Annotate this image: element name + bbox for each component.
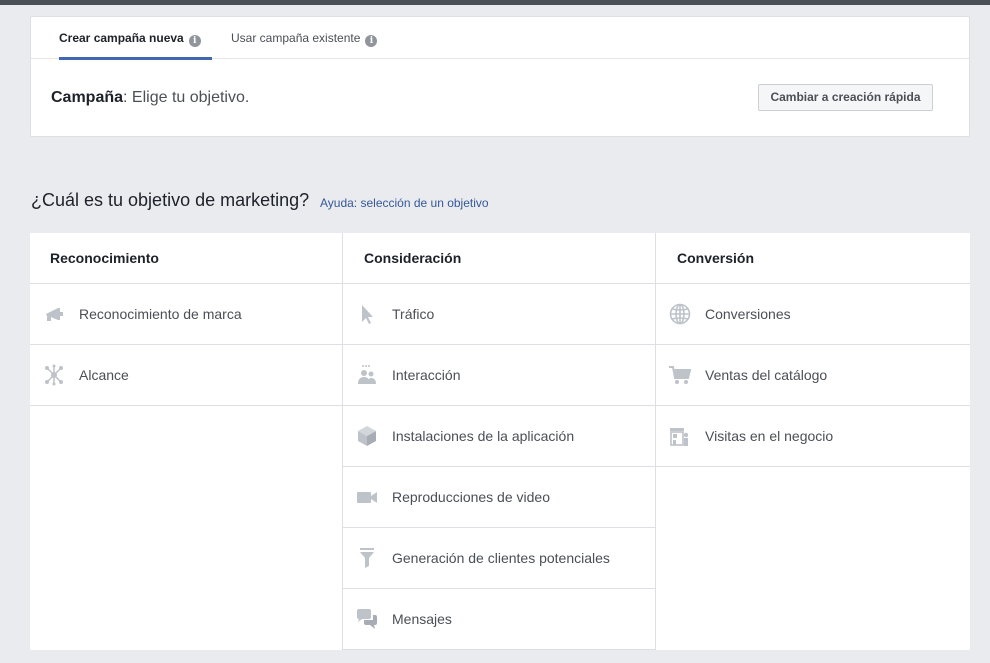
objective-store-visits[interactable]: Visitas en el negocio	[656, 406, 970, 467]
objective-reach[interactable]: Alcance	[30, 345, 342, 406]
objectives-grid: Reconocimiento Reconocimiento de marca A…	[30, 233, 970, 650]
column-awareness: Reconocimiento Reconocimiento de marca A…	[30, 233, 343, 650]
objective-label: Reproducciones de video	[392, 489, 550, 505]
tab-bar: Crear campaña nueva i Usar campaña existe…	[31, 17, 969, 60]
reach-icon	[43, 364, 65, 386]
objective-lead-generation[interactable]: Generación de clientes potenciales	[343, 528, 655, 589]
objective-label: Ventas del catálogo	[705, 367, 828, 383]
objective-catalog-sales[interactable]: Ventas del catálogo	[656, 345, 970, 406]
help-objective-link[interactable]: Ayuda: selección de un objetivo	[320, 196, 489, 210]
campaign-label: Campaña	[51, 89, 124, 106]
column-consideration: Consideración Tráfico Interacción Instal…	[343, 233, 656, 650]
campaign-objective-line: Campaña: Elige tu objetivo.	[51, 89, 249, 107]
cursor-icon	[356, 303, 378, 325]
objective-engagement[interactable]: Interacción	[343, 345, 655, 406]
objective-video-views[interactable]: Reproducciones de video	[343, 467, 655, 528]
objective-messages[interactable]: Mensajes	[343, 589, 655, 650]
objective-label: Reconocimiento de marca	[79, 306, 242, 322]
switch-quick-creation-button[interactable]: Cambiar a creación rápida	[758, 84, 933, 111]
marketing-objective-heading: ¿Cuál es tu objetivo de marketing?	[31, 190, 310, 210]
megaphone-icon	[43, 303, 65, 325]
column-conversion: Conversión Conversiones Ventas del catál…	[656, 233, 970, 650]
objective-conversions[interactable]: Conversiones	[656, 284, 970, 345]
campaign-card: Crear campaña nueva i Usar campaña existe…	[30, 16, 970, 137]
chat-bubbles-icon	[356, 608, 378, 630]
objective-label: Tráfico	[392, 306, 435, 322]
info-icon[interactable]: i	[188, 35, 201, 47]
objective-app-installs[interactable]: Instalaciones de la aplicación	[343, 406, 655, 467]
campaign-text: : Elige tu objetivo.	[123, 89, 250, 106]
video-camera-icon	[356, 486, 378, 508]
objective-brand-awareness[interactable]: Reconocimiento de marca	[30, 284, 342, 345]
box-icon	[356, 425, 378, 447]
objective-label: Conversiones	[705, 306, 791, 322]
objective-label: Instalaciones de la aplicación	[392, 428, 575, 444]
globe-icon	[669, 303, 691, 325]
objective-label: Mensajes	[392, 611, 452, 627]
people-icon	[356, 364, 378, 386]
objective-traffic[interactable]: Tráfico	[343, 284, 655, 345]
objective-label: Alcance	[79, 367, 129, 383]
tab-create-new-campaign[interactable]: Crear campaña nueva i	[59, 17, 212, 60]
cart-icon	[669, 364, 691, 386]
tab-label: Usar campaña existente	[231, 31, 361, 45]
objective-label: Generación de clientes potenciales	[392, 550, 610, 566]
top-bar	[0, 0, 990, 5]
tab-use-existing-campaign[interactable]: Usar campaña existente i	[231, 17, 378, 58]
info-icon[interactable]: i	[365, 35, 378, 47]
column-title: Reconocimiento	[30, 233, 342, 284]
objective-label: Interacción	[392, 367, 461, 383]
tab-label: Crear campaña nueva	[59, 31, 184, 45]
column-title: Consideración	[343, 233, 655, 284]
funnel-icon	[356, 547, 378, 569]
column-title: Conversión	[656, 233, 970, 284]
store-icon	[669, 425, 691, 447]
objective-label: Visitas en el negocio	[705, 428, 834, 444]
